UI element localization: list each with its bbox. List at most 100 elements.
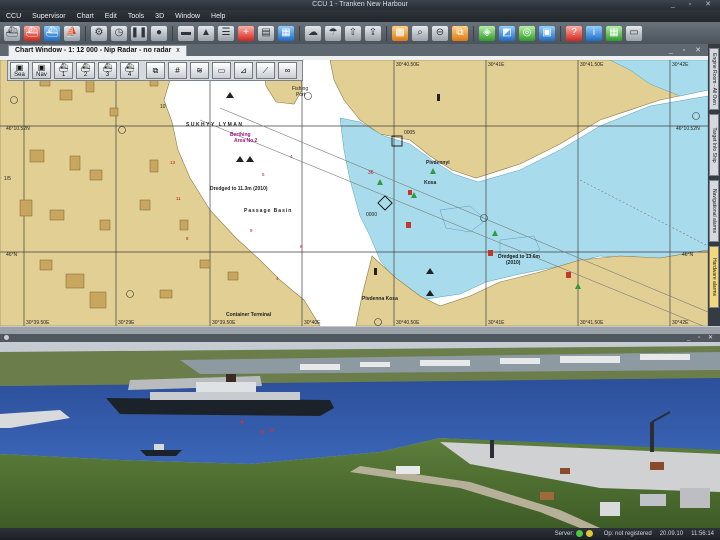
chart-window-tab[interactable]: Chart Window - 1: 12 000 - Nip Radar - n… [8,45,187,56]
chart-tool-label: Nav [36,72,47,78]
status-bar: Server: Op: not registered 20.09.10 11:5… [0,528,720,540]
upload-icon[interactable]: ⇧ [345,25,361,41]
nautical-chart[interactable]: Fishing Port SUKHYY LYMAN Berthing Area … [0,60,708,326]
close-icon[interactable]: x [176,47,180,54]
chart-tool-label: 1 [61,72,66,78]
chart-tool-label: 3 [105,72,110,78]
chart-label-depth-4: 10 [160,104,166,110]
view-3d-controls[interactable]: _ ▫ ✕ [687,334,716,341]
add-vessel-icon[interactable]: + [238,25,254,41]
grid-icon: # [175,66,180,75]
boat-icon[interactable]: ⛵ [64,25,80,41]
chart-toolbar: ▣ Sea ▣ Nav ⛴ 1 ⛴ 2 ⛴ 3 ⛴ 4 ⧉ # ≋ ▭ ⊿ ⟋ ∞ [7,60,303,81]
settings-icon[interactable]: ⚙ [91,25,107,41]
menu-3d[interactable]: 3D [149,13,169,20]
side-panel-tabs: Engine Room - All Own Target Info Ship N… [708,44,720,326]
toolbar-separator [85,25,86,41]
tiles-icon[interactable]: ▦ [606,25,622,41]
grid-button[interactable]: # [168,62,187,79]
clock-icon[interactable]: ◷ [111,25,127,41]
lat-label-2: 46°10.52N [676,126,700,132]
window-icon[interactable]: ▭ [626,25,642,41]
help-icon[interactable]: ? [566,25,582,41]
network-icon[interactable]: ⧉ [452,25,468,41]
ship-blue-icon[interactable]: ⛴ [44,25,60,41]
export-icon[interactable]: ⇪ [365,25,381,41]
view-3d-header: _ ▫ ✕ [0,334,720,342]
vessel-4-icon: ⛴ [124,63,135,72]
show-sea-button[interactable]: ▣ Sea [10,62,29,79]
zoom-icon[interactable]: ⌕ [412,25,428,41]
menu-chart[interactable]: Chart [71,13,99,20]
layer-button[interactable]: ▭ [212,62,231,79]
menu-ccu[interactable]: CCU [0,13,26,20]
chart-label-berthing-area-2: Area No.2 [234,138,258,144]
lon-label-top-2: 30°41E [488,62,505,68]
show-nav-button[interactable]: ▣ Nav [32,62,51,79]
windows-button[interactable]: ⧉ [146,62,165,79]
target-icon[interactable]: ◎ [519,25,535,41]
save-icon[interactable]: ▦ [278,25,294,41]
vessel-2-button[interactable]: ⛴ 2 [76,62,95,79]
chart-tool-label: 2 [83,72,88,78]
view-3d-scene[interactable] [0,342,720,528]
vessel-1-button[interactable]: ⛴ 1 [54,62,73,79]
show-nav-icon: ▣ [37,63,46,72]
chart-label-dredged-1: Dredged to 11.3m (2010) [210,186,268,192]
lon-label-top-3: 30°41.50E [580,62,604,68]
vessel-list-icon[interactable]: ☰ [218,25,234,41]
menu-edit[interactable]: Edit [99,13,122,20]
rings-button[interactable]: ∞ [278,62,297,79]
side-tab-navigational-alarms[interactable]: Navigational alarms [709,180,719,242]
palette-icon[interactable]: ▩ [392,25,408,41]
chart-label-depth-2: 0000 [366,212,377,218]
map-icon[interactable]: ◩ [499,25,515,41]
vessel-4-button[interactable]: ⛴ 4 [120,62,139,79]
menu-supervisor[interactable]: Supervisor [26,13,70,20]
document-icon[interactable]: ▤ [258,25,274,41]
show-sea-icon: ▣ [15,63,24,72]
info-icon[interactable]: i [586,25,602,41]
ship-icon[interactable]: ⛴ [4,25,20,41]
toolbar-separator [473,25,474,41]
ship-red-icon[interactable]: ⛴ [24,25,40,41]
lat-label-1: 46°10.52N [6,126,30,132]
windows-icon: ⧉ [152,66,159,75]
chart-label-depth-1: 0005 [404,130,415,136]
chart-label-fishing-port-2: Port [296,92,306,98]
cloud-icon[interactable]: ☁ [305,25,321,41]
chart-label-dredged-2b: (2010) [506,260,521,266]
warning-icon [585,530,593,538]
vessel-3-button[interactable]: ⛴ 3 [98,62,117,79]
chart-label-pivdennyi: Pivdennyi [426,160,450,166]
side-tab-engine-room[interactable]: Engine Room - All Own [709,48,719,110]
draw-button[interactable]: ⟋ [256,62,275,79]
toolbar-separator [560,25,561,41]
vessel-icon[interactable]: ▬ [178,25,194,41]
menu-tools[interactable]: Tools [122,13,149,20]
layers-icon[interactable]: ◈ [479,25,495,41]
chart-label-passage-basin: Passage Basin [244,208,292,214]
window-title: CCU 1 - Tranken New Harbour [312,1,408,8]
menu-window[interactable]: Window [169,13,205,20]
side-tab-target-info[interactable]: Target Info Ship [709,114,719,176]
monitor-icon[interactable]: ▣ [539,25,555,41]
zoom-out-icon[interactable]: ⊖ [432,25,448,41]
menu-help[interactable]: Help [205,13,230,20]
window-splitter[interactable] [0,326,720,334]
chart-tool-label: Sea [14,72,25,78]
chart-window-controls[interactable]: _ ▫ ✕ [669,46,705,54]
weather-icon[interactable]: ☂ [325,25,341,41]
vessel-tow-icon[interactable]: ▲ [198,25,214,41]
radar-button[interactable]: ≋ [190,62,209,79]
measure-button[interactable]: ⊿ [234,62,253,79]
chart-label-depth-3: 36 [368,170,374,176]
toolbar-separator [386,25,387,41]
record-icon[interactable]: ● [151,25,167,41]
lon-label-top-1: 30°40.50E [396,62,420,68]
layer-icon: ▭ [217,66,226,75]
side-tab-hardware-alarms[interactable]: Hardware alarms [709,246,719,308]
window-controls[interactable]: _ ▫ ✕ [671,0,717,8]
svg-text:11: 11 [176,196,181,201]
pause-icon[interactable]: ❚❚ [131,25,147,41]
